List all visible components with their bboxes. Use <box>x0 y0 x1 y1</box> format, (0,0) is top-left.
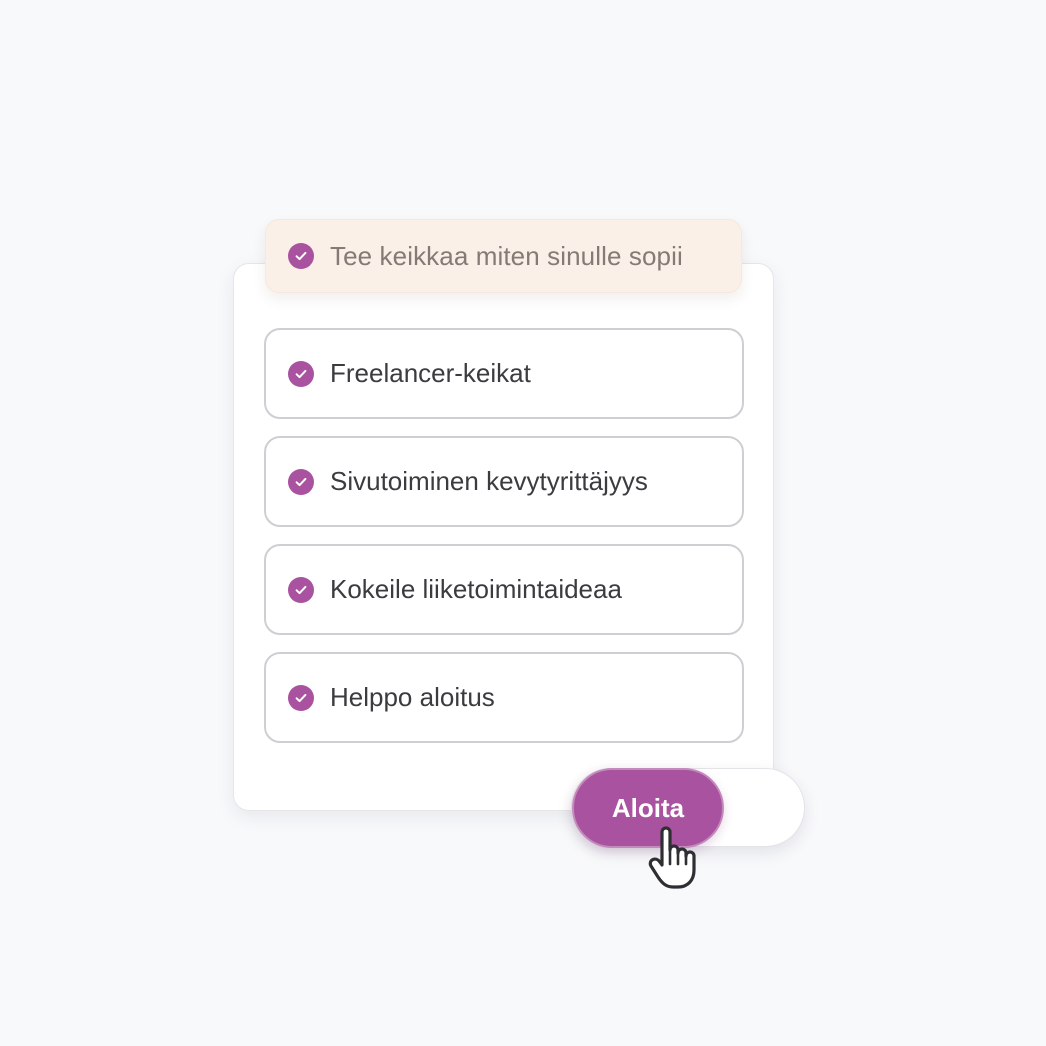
check-circle-icon <box>288 360 314 387</box>
check-circle-icon <box>288 243 314 269</box>
hand-pointer-icon <box>648 826 696 889</box>
option-item-freelancer[interactable]: Freelancer-keikat <box>264 328 744 419</box>
option-label: Kokeile liiketoimintaideaa <box>330 574 622 604</box>
option-label: Sivutoiminen kevytyrittäjyys <box>330 466 648 496</box>
check-circle-icon <box>288 468 314 495</box>
check-circle-icon <box>288 684 314 711</box>
header-pill: Tee keikkaa miten sinulle sopii <box>265 219 742 293</box>
check-circle-icon <box>288 576 314 603</box>
option-label: Helppo aloitus <box>330 682 495 712</box>
option-label: Freelancer-keikat <box>330 358 531 388</box>
header-label: Tee keikkaa miten sinulle sopii <box>330 240 683 271</box>
option-item-kevytyrittajyys[interactable]: Sivutoiminen kevytyrittäjyys <box>264 436 744 527</box>
option-item-liiketoimintaidea[interactable]: Kokeile liiketoimintaideaa <box>264 544 744 635</box>
option-item-helppo-aloitus[interactable]: Helppo aloitus <box>264 652 744 743</box>
